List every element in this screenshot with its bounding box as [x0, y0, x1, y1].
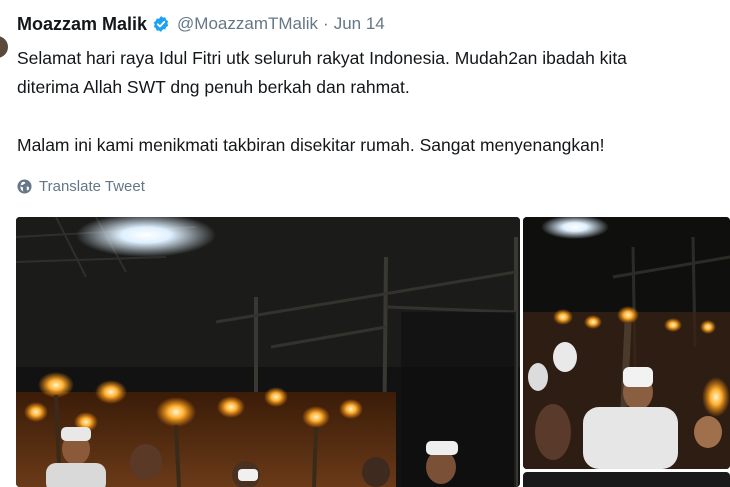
tweet-photo-secondary[interactable] — [523, 217, 730, 469]
tweet: Moazzam Malik @MoazzamTMalik · Jun 14 Se… — [0, 0, 730, 487]
tweet-text-line: diterima Allah SWT dng penuh berkah dan … — [17, 77, 410, 97]
tweet-text-line: Selamat hari raya Idul Fitri utk seluruh… — [17, 48, 627, 68]
tweet-text-line: Malam ini kami menikmati takbiran diseki… — [17, 135, 605, 155]
tweet-header: Moazzam Malik @MoazzamTMalik · Jun 14 — [17, 12, 385, 36]
verified-badge-icon — [152, 15, 170, 33]
avatar[interactable] — [0, 36, 8, 58]
translate-label: Translate Tweet — [39, 178, 145, 195]
author-handle[interactable]: @MoazzamTMalik — [177, 14, 318, 34]
globe-icon — [17, 179, 32, 194]
author-name[interactable]: Moazzam Malik — [17, 14, 147, 35]
tweet-photo-main[interactable] — [16, 217, 520, 487]
tweet-text: Selamat hari raya Idul Fitri utk seluruh… — [17, 44, 730, 160]
tweet-date[interactable]: Jun 14 — [334, 14, 385, 34]
translate-tweet-link[interactable]: Translate Tweet — [17, 178, 145, 195]
tweet-photo-tertiary[interactable] — [523, 472, 730, 487]
media-grid — [16, 217, 730, 487]
header-separator: · — [323, 14, 329, 33]
